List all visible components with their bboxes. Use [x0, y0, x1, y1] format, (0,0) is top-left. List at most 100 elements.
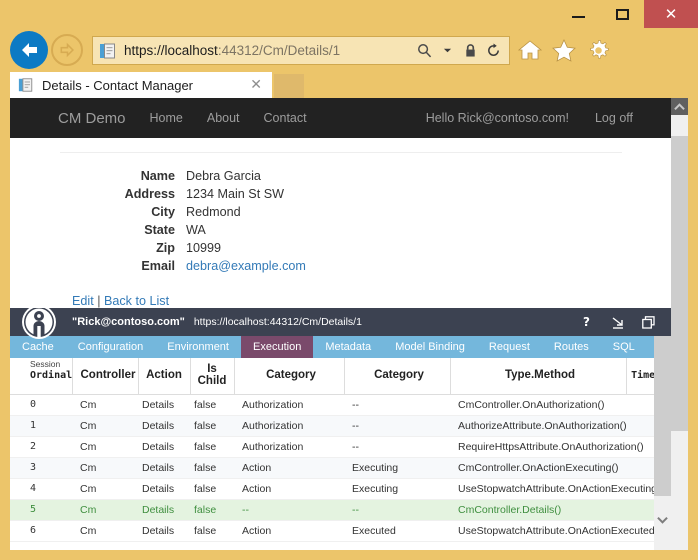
glimpse-tab-sql[interactable]: SQL — [601, 336, 647, 358]
chevron-up-icon — [674, 102, 685, 110]
session-label: Session — [30, 359, 61, 369]
table-row[interactable]: 1 Cm Details false Authorization -- Auth… — [10, 415, 671, 437]
nav-link-about[interactable]: About — [207, 111, 240, 125]
glimpse-tab-execution[interactable]: Execution — [241, 336, 314, 358]
cell-type-method: CmController.Details() — [450, 499, 626, 521]
cell-ordinal: 0 — [10, 394, 72, 416]
url-prefix: https:// — [124, 43, 165, 58]
cell-category-1: -- — [234, 499, 344, 521]
details-value-address: 1234 Main St SW — [186, 187, 284, 201]
glimpse-tab-metadata[interactable]: Metadata — [313, 336, 383, 358]
table-row[interactable]: 6 Cm Details false Action Executed UseSt… — [10, 520, 671, 542]
log-off-link[interactable]: Log off — [595, 111, 633, 125]
favorites-star-icon[interactable] — [550, 35, 578, 65]
glimpse-tab-bar: Cache Configuration Environment Executio… — [10, 336, 671, 358]
window-minimize-button[interactable] — [556, 0, 600, 28]
cell-controller: Cm — [72, 394, 138, 416]
home-icon[interactable] — [516, 35, 544, 65]
settings-gear-icon[interactable] — [584, 35, 612, 65]
address-bar-url: https://localhost:44312/Cm/Details/1 — [124, 43, 340, 58]
glimpse-tab-model-binding[interactable]: Model Binding — [383, 336, 477, 358]
cell-category-1: Action — [234, 457, 344, 479]
col-action[interactable]: Action — [138, 358, 191, 395]
new-tab-button[interactable] — [274, 74, 304, 98]
glimpse-tab-cache[interactable]: Cache — [10, 336, 66, 358]
glimpse-scrollbar[interactable] — [654, 336, 671, 550]
scroll-down-button[interactable] — [654, 511, 671, 528]
details-value-state: WA — [186, 223, 206, 237]
forward-arrow-icon — [60, 42, 74, 58]
table-row[interactable]: 5 Cm Details false -- -- CmController.De… — [10, 499, 671, 521]
details-label-city: City — [151, 205, 175, 219]
window-maximize-button[interactable] — [600, 0, 644, 28]
details-label-address: Address — [124, 187, 175, 201]
col-category-1[interactable]: Category — [234, 358, 345, 395]
col-type-method[interactable]: Type.Method — [450, 358, 627, 395]
glimpse-execution-panel: Session Ordinal Controller Action Is Chi… — [10, 358, 671, 550]
execution-table-header-row: Ordinal Controller Action Is Child Categ… — [10, 358, 671, 395]
cell-ordinal: 6 — [10, 520, 72, 542]
tab-close-icon[interactable]: ✕ — [250, 77, 262, 93]
browser-tab[interactable]: Details - Contact Manager ✕ — [10, 72, 272, 98]
window-title-bar: ✕ — [0, 0, 698, 28]
chevron-down-icon[interactable] — [437, 40, 457, 62]
scroll-up-button[interactable] — [671, 98, 688, 115]
minimize-panel-icon[interactable] — [611, 316, 624, 329]
forward-button[interactable] — [51, 34, 83, 66]
window-close-button[interactable]: ✕ — [644, 0, 698, 28]
glimpse-logo-icon — [22, 308, 56, 339]
page-scrollbar[interactable] — [671, 98, 688, 550]
col-category-2[interactable]: Category — [344, 358, 451, 395]
details-value-zip: 10999 — [186, 241, 222, 255]
table-row[interactable]: 2 Cm Details false Authorization -- Requ… — [10, 436, 671, 458]
glimpse-panel: "Rick@contoso.com" https://localhost:443… — [10, 308, 671, 550]
col-is-child[interactable]: Is Child — [190, 358, 235, 395]
details-label-zip: Zip — [156, 241, 175, 255]
glimpse-tab-routes[interactable]: Routes — [542, 336, 601, 358]
popout-panel-icon[interactable] — [642, 315, 655, 329]
user-greeting[interactable]: Hello Rick@contoso.com! — [426, 111, 569, 125]
help-icon[interactable]: ? — [582, 315, 593, 329]
glimpse-tab-request[interactable]: Request — [477, 336, 542, 358]
cell-is-child: false — [190, 457, 234, 479]
cell-ordinal: 1 — [10, 415, 72, 437]
table-row[interactable]: 0 Cm Details false Authorization -- CmCo… — [10, 394, 671, 416]
url-rest: :44312/Cm/Details/1 — [217, 43, 341, 58]
cell-category-1: Action — [234, 520, 344, 542]
nav-link-home[interactable]: Home — [150, 111, 183, 125]
site-brand[interactable]: CM Demo — [58, 110, 126, 127]
cell-type-method: UseStopwatchAttribute.OnActionExecuted() — [450, 520, 662, 542]
glimpse-scrollbar-thumb[interactable] — [654, 336, 671, 496]
cell-type-method: RequireHttpsAttribute.OnAuthorization() — [450, 436, 644, 458]
site-navbar: CM Demo Home About Contact Hello Rick@co… — [10, 98, 671, 138]
page-document-icon — [100, 43, 115, 58]
edit-link[interactable]: Edit — [72, 294, 94, 308]
search-icon[interactable] — [414, 40, 434, 62]
cell-category-1: Authorization — [234, 415, 344, 437]
cell-controller: Cm — [72, 520, 138, 542]
cell-category-2: Executing — [344, 457, 450, 479]
email-link[interactable]: debra@example.com — [186, 259, 306, 273]
cell-ordinal: 3 — [10, 457, 72, 479]
cell-is-child: false — [190, 394, 234, 416]
nav-link-contact[interactable]: Contact — [264, 111, 307, 125]
chevron-down-icon — [657, 516, 668, 524]
glimpse-tab-environment[interactable]: Environment — [155, 336, 241, 358]
cell-type-method: CmController.OnActionExecuting() — [450, 457, 626, 479]
lock-icon[interactable] — [460, 40, 480, 62]
address-bar[interactable]: https://localhost:44312/Cm/Details/1 — [92, 36, 510, 65]
cell-type-method: AuthorizeAttribute.OnAuthorization() — [450, 415, 627, 437]
col-controller[interactable]: Controller — [72, 358, 139, 395]
table-row[interactable]: 4 Cm Details false Action Executing UseS… — [10, 478, 671, 500]
back-to-list-link[interactable]: Back to List — [104, 294, 169, 308]
url-host: localhost — [164, 43, 218, 58]
glimpse-header-icons: ? — [582, 315, 671, 329]
svg-text:?: ? — [583, 315, 590, 329]
refresh-icon[interactable] — [483, 40, 503, 62]
table-row[interactable]: 3 Cm Details false Action Executing CmCo… — [10, 457, 671, 479]
details-row-zip: Zip 10999 — [62, 239, 306, 257]
back-button[interactable] — [10, 31, 48, 69]
page-scrollbar-thumb[interactable] — [671, 136, 688, 431]
action-separator: | — [93, 294, 104, 308]
glimpse-tab-configuration[interactable]: Configuration — [66, 336, 155, 358]
